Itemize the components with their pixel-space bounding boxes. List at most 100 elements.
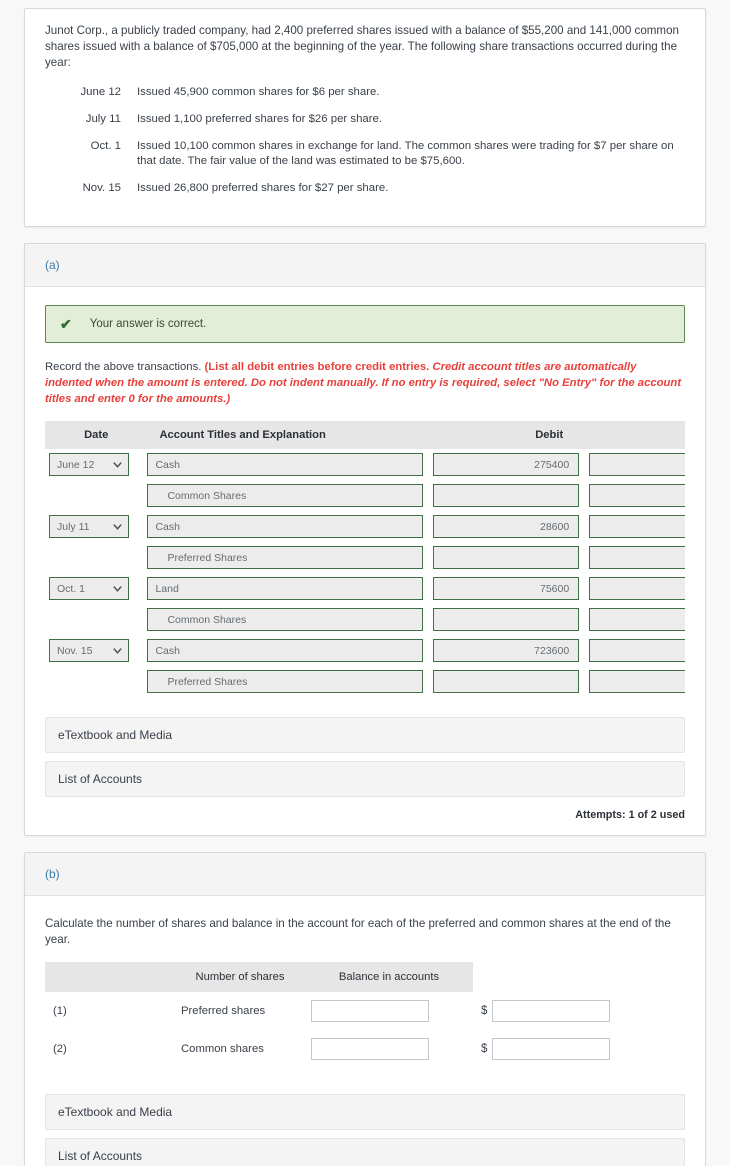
date-select[interactable]: July 11	[49, 515, 129, 538]
account-input[interactable]: Cash	[147, 453, 424, 476]
debit-input[interactable]: 275400	[433, 453, 580, 476]
debit-cell: 723600	[433, 635, 589, 666]
debit-cell	[433, 542, 589, 573]
shares-row: (1) Preferred shares $	[45, 992, 616, 1030]
account-input[interactable]: Common Shares	[147, 608, 424, 631]
debit-input[interactable]: 75600	[433, 577, 580, 600]
attempts-text-a: Attempts: 1 of 2 used	[575, 809, 685, 821]
instruction-red: (List all debit entries before credit en…	[204, 361, 433, 373]
part-a-body: ✔ Your answer is correct. Record the abo…	[25, 287, 705, 835]
debit-cell	[433, 666, 589, 697]
banner-message: Your answer is correct.	[89, 318, 207, 330]
journal-row: Nov. 15 Cash 723600	[45, 635, 685, 666]
shares-input-cell	[305, 1030, 473, 1068]
chevron-down-icon	[113, 586, 122, 592]
journal-row: June 12 Cash 275400	[45, 449, 685, 480]
etextbook-and-media-button-b[interactable]: eTextbook and Media	[45, 1094, 685, 1130]
credit-cell	[589, 635, 685, 666]
check-icon: ✔	[60, 316, 72, 332]
date-cell	[45, 480, 147, 511]
journal-row: Preferred Shares 28600	[45, 542, 685, 573]
debit-input[interactable]	[433, 670, 580, 693]
credit-input[interactable]: 75600	[589, 608, 685, 631]
shares-summary-table: Number of shares Balance in accounts (1)…	[45, 962, 616, 1068]
transaction-row: Oct. 1 Issued 10,100 common shares in ex…	[45, 139, 685, 181]
credit-input[interactable]	[589, 639, 685, 662]
list-of-accounts-button-a[interactable]: List of Accounts	[45, 761, 685, 797]
row-label: Preferred shares	[181, 1005, 266, 1017]
credit-input[interactable]: 275400	[589, 484, 685, 507]
correct-answer-banner: ✔ Your answer is correct.	[45, 305, 685, 343]
account-cell: Cash	[147, 511, 433, 542]
journal-entry-table: Date Account Titles and Explanation Debi…	[45, 421, 685, 697]
credit-input[interactable]	[589, 515, 685, 538]
date-select-value: Oct. 1	[57, 582, 86, 595]
account-cell: Cash	[147, 635, 433, 666]
journal-row: Preferred Shares 723600	[45, 666, 685, 697]
credit-input[interactable]: 28600	[589, 546, 685, 569]
credit-cell	[589, 511, 685, 542]
chevron-down-icon	[113, 462, 122, 468]
credit-input[interactable]	[589, 453, 685, 476]
debit-input[interactable]	[433, 546, 580, 569]
date-cell: June 12	[45, 449, 147, 480]
column-header-number-of-shares: Number of shares	[175, 962, 305, 992]
account-input[interactable]: Preferred Shares	[147, 546, 424, 569]
transaction-date: Oct. 1	[90, 140, 121, 152]
journal-row: July 11 Cash 28600	[45, 511, 685, 542]
list-of-accounts-button-b[interactable]: List of Accounts	[45, 1138, 685, 1166]
transaction-description: Issued 1,100 preferred shares for $26 pe…	[137, 113, 383, 125]
etextbook-and-media-button-a[interactable]: eTextbook and Media	[45, 717, 685, 753]
account-input[interactable]: Preferred Shares	[147, 670, 424, 693]
date-spacer	[45, 670, 137, 693]
common-shares-count-input[interactable]	[311, 1038, 429, 1060]
column-header-debit: Debit	[433, 421, 590, 449]
debit-input[interactable]	[433, 484, 580, 507]
row-index: (1)	[53, 1005, 67, 1017]
credit-cell: 75600	[589, 604, 685, 635]
common-shares-balance-input[interactable]	[492, 1038, 611, 1060]
debit-cell: 275400	[433, 449, 589, 480]
account-input[interactable]: Land	[147, 577, 424, 600]
account-cell: Preferred Shares	[147, 542, 433, 573]
date-spacer	[45, 608, 137, 631]
instruction-lead: Record the above transactions.	[45, 361, 205, 373]
journal-row: Oct. 1 Land 75600	[45, 573, 685, 604]
transaction-description: Issued 26,800 preferred shares for $27 p…	[137, 182, 389, 194]
account-cell: Preferred Shares	[147, 666, 433, 697]
account-input[interactable]: Cash	[147, 515, 424, 538]
date-select-value: June 12	[57, 458, 95, 471]
credit-cell: 28600	[589, 542, 685, 573]
credit-input[interactable]	[589, 577, 685, 600]
date-cell: July 11	[45, 511, 147, 542]
debit-cell	[433, 480, 589, 511]
preferred-shares-balance-input[interactable]	[492, 1000, 611, 1022]
problem-stem: Junot Corp., a publicly traded company, …	[45, 24, 679, 69]
preferred-shares-count-input[interactable]	[311, 1000, 429, 1022]
debit-cell: 28600	[433, 511, 589, 542]
date-select[interactable]: June 12	[49, 453, 129, 476]
balance-input-cell: $	[473, 992, 616, 1030]
journal-entry-table-wrapper: Date Account Titles and Explanation Debi…	[45, 421, 685, 697]
transaction-date: Nov. 15	[82, 182, 121, 194]
part-a-header: (a)	[25, 244, 705, 287]
debit-input[interactable]	[433, 608, 580, 631]
credit-input[interactable]: 723600	[589, 670, 685, 693]
debit-input[interactable]: 723600	[433, 639, 580, 662]
dollar-sign: $	[481, 1043, 488, 1055]
account-cell: Common Shares	[147, 480, 433, 511]
debit-input[interactable]: 28600	[433, 515, 580, 538]
date-spacer	[45, 546, 137, 569]
account-input[interactable]: Common Shares	[147, 484, 424, 507]
row-index: (2)	[53, 1043, 67, 1055]
journal-row: Common Shares 75600	[45, 604, 685, 635]
date-cell	[45, 604, 147, 635]
date-select[interactable]: Nov. 15	[49, 639, 129, 662]
account-input[interactable]: Cash	[147, 639, 424, 662]
date-select[interactable]: Oct. 1	[49, 577, 129, 600]
part-b-card: (b) Calculate the number of shares and b…	[24, 852, 706, 1166]
credit-cell: 275400	[589, 480, 685, 511]
shares-row: (2) Common shares $	[45, 1030, 616, 1068]
account-cell: Land	[147, 573, 433, 604]
part-b-header: (b)	[25, 853, 705, 896]
